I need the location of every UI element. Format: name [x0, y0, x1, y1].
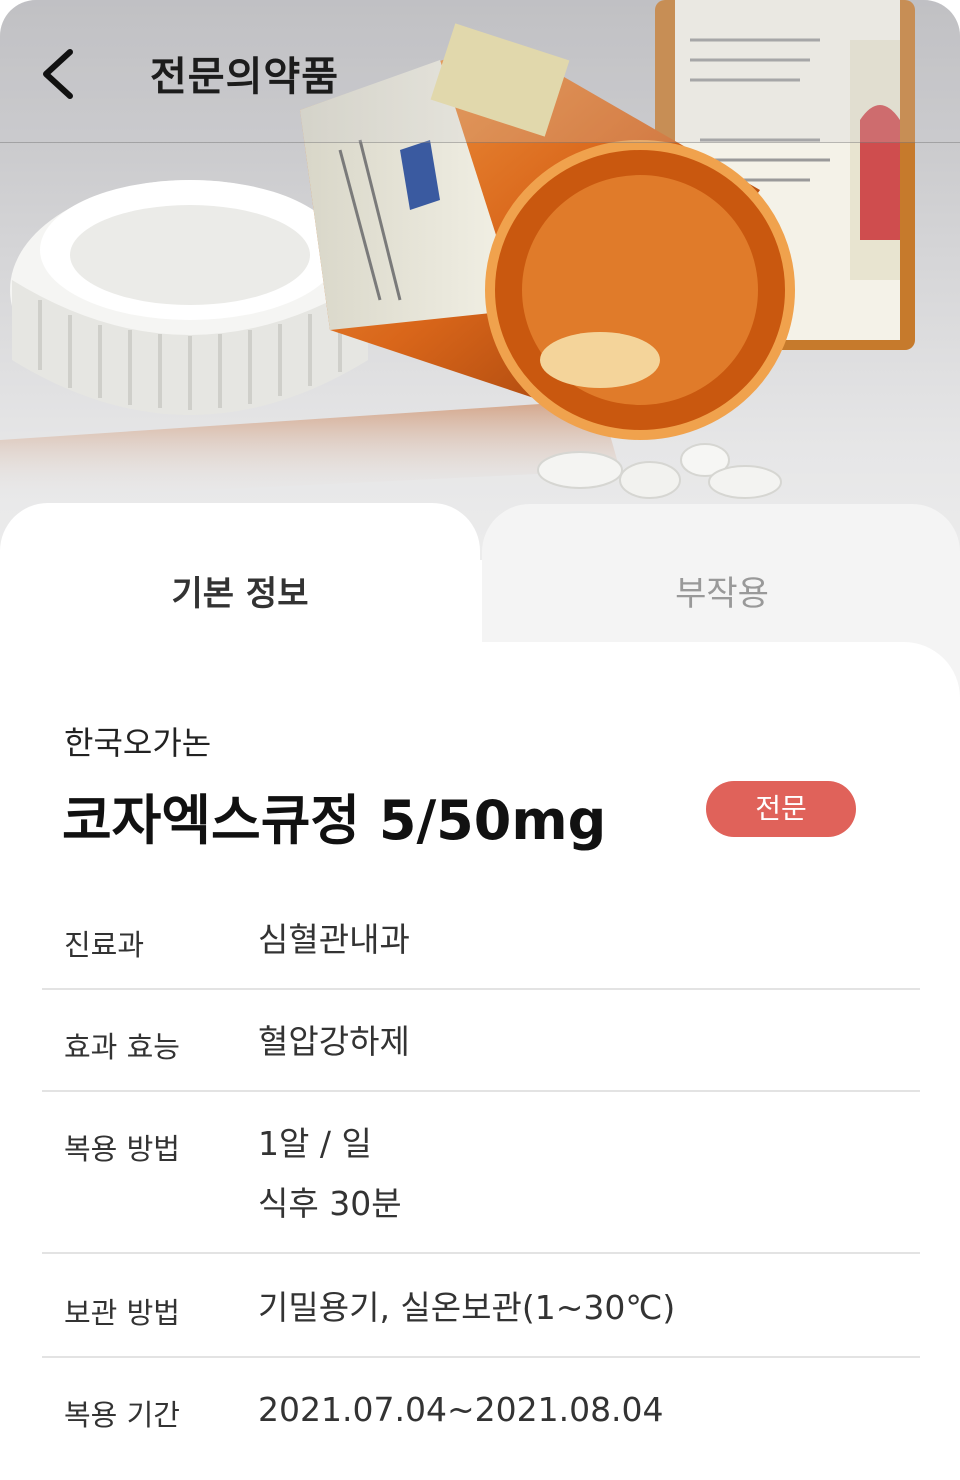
info-label: 복용 방법 [64, 1132, 180, 1166]
info-row-period: 복용 기간 2021.07.04~2021.08.04 [42, 1358, 920, 1458]
info-row-efficacy: 효과 효능 혈압강하제 [42, 990, 920, 1092]
chevron-left-icon [43, 49, 73, 99]
info-label: 효과 효능 [64, 1030, 180, 1064]
info-value: 혈압강하제 [258, 1022, 410, 1061]
info-value: 기밀용기, 실온보관(1~30℃) [258, 1288, 676, 1327]
prescription-type-badge: 전문 [706, 781, 856, 837]
app-screen: 전문의약품 기본 정보 부작용 한국오가논 코자엑스큐정 5/50mg 전문 진… [0, 0, 960, 1480]
back-button[interactable] [26, 42, 90, 106]
manufacturer-name: 한국오가논 [64, 724, 212, 762]
tab-side-effects[interactable]: 부작용 [482, 566, 960, 615]
info-row-storage: 보관 방법 기밀용기, 실온보관(1~30℃) [42, 1254, 920, 1358]
info-label: 복용 기간 [64, 1398, 180, 1432]
tab-basic-info[interactable]: 기본 정보 [0, 566, 480, 615]
info-label: 진료과 [64, 928, 145, 962]
app-header: 전문의약품 [0, 0, 960, 143]
info-value: 1알 / 일 [258, 1124, 372, 1163]
info-value: 심혈관내과 [258, 920, 410, 959]
info-value: 2021.07.04~2021.08.04 [258, 1390, 664, 1429]
info-value: 식후 30분 [258, 1184, 402, 1223]
info-row-department: 진료과 심혈관내과 [42, 890, 920, 990]
page-title: 전문의약품 [150, 54, 339, 100]
info-row-dosage: 복용 방법 1알 / 일 식후 30분 [42, 1092, 920, 1254]
info-label: 보관 방법 [64, 1296, 180, 1330]
drug-name: 코자엑스큐정 5/50mg [62, 789, 607, 852]
